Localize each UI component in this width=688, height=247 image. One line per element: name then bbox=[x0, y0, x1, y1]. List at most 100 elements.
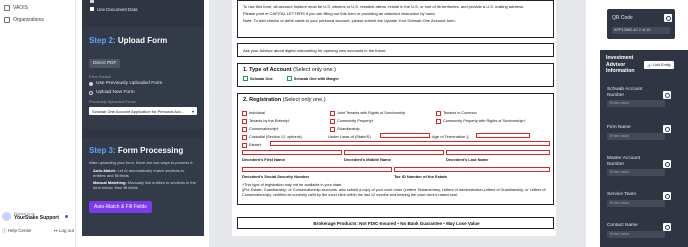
field-input[interactable]: Enter value bbox=[607, 169, 665, 176]
help-center-link[interactable]: ⓘ Help Center bbox=[2, 228, 32, 234]
radio-dot[interactable] bbox=[89, 90, 93, 95]
option-individual[interactable]: Individual bbox=[242, 109, 332, 117]
radio-label: Upload New Form bbox=[96, 90, 135, 95]
field-search-button[interactable] bbox=[663, 192, 671, 200]
field-search-button[interactable] bbox=[663, 91, 671, 99]
option-label: Tenants in Common bbox=[443, 111, 477, 115]
previous-forms-label: Previously Uploaded Forms bbox=[89, 100, 136, 104]
section-title: 1. Type of Account bbox=[243, 67, 292, 73]
field-master-account-number: Master Account Number Enter value bbox=[607, 156, 674, 176]
section-subtitle: (Select only one.) bbox=[282, 97, 326, 103]
field-input[interactable]: Enter value bbox=[607, 100, 665, 107]
checkbox-box[interactable] bbox=[90, 7, 94, 11]
option-tenants-entirety[interactable]: Tenants by the Entirety† bbox=[242, 117, 332, 125]
decedent-middle-name-label: Decedent's Middle Name bbox=[344, 157, 391, 162]
option-schwab-one[interactable]: Schwab One bbox=[243, 76, 273, 81]
decedent-last-name-label: Decedent's Last Name bbox=[446, 157, 489, 162]
field-service-team: Service Team Enter value bbox=[607, 192, 674, 207]
previous-forms-select[interactable]: Schwab One Account Application for Perso… bbox=[89, 107, 197, 115]
checkbox[interactable] bbox=[436, 118, 441, 124]
organizations-icon bbox=[4, 17, 10, 23]
radio-upload-new[interactable]: Upload New Form bbox=[89, 88, 197, 97]
option-custodial[interactable]: Custodial (Section 12, optional) bbox=[242, 133, 332, 141]
auto-match-desc: Auto-Match: Let AI automatically match s… bbox=[89, 168, 197, 178]
support-account[interactable]: Signed in as YourStake Support bbox=[2, 207, 70, 225]
intro-text-3: Note: To add checks or debit cards to yo… bbox=[243, 18, 456, 23]
link-entity-label: Link Entity bbox=[653, 63, 671, 67]
checkbox-label: Use Document Data bbox=[97, 6, 138, 12]
decedent-ssn-field[interactable] bbox=[242, 167, 392, 172]
under-laws-field[interactable] bbox=[380, 133, 430, 138]
logout-link[interactable]: ↦ Log out bbox=[54, 228, 74, 234]
auto-match-fill-button[interactable]: Auto-Match & Fill Fields bbox=[89, 201, 152, 213]
checkbox[interactable] bbox=[330, 110, 335, 116]
chevron-down-icon: ▾ bbox=[191, 108, 194, 114]
support-name: YourStake Support bbox=[14, 214, 59, 221]
app-root: VAOIS Organizations Signed in as YourSta… bbox=[0, 0, 688, 247]
checkbox[interactable] bbox=[242, 110, 247, 116]
checkbox[interactable] bbox=[243, 76, 248, 81]
manual-match-desc: Manual Matching: Manually link entities … bbox=[89, 180, 197, 190]
option-joint-tenants[interactable]: Joint Tenants with Rights of Survivorshi… bbox=[330, 109, 430, 117]
age-termination-field[interactable] bbox=[476, 133, 530, 138]
link-entity-button[interactable]: 🔗 Link Entity bbox=[644, 61, 674, 69]
option-label: Community Property† bbox=[337, 119, 374, 123]
field-search-button[interactable] bbox=[663, 160, 671, 168]
checkbox-top-0[interactable] bbox=[90, 0, 204, 5]
nav-item-organizations[interactable]: Organizations bbox=[0, 15, 75, 25]
advisor-note-box: Ask your Advisor about digital onboardin… bbox=[237, 43, 554, 57]
option-label: Conservatorship† bbox=[249, 127, 279, 131]
checkbox[interactable] bbox=[242, 126, 247, 132]
estate-field[interactable] bbox=[270, 141, 550, 146]
field-firm-name: Firm Name Enter value bbox=[607, 125, 674, 140]
avatar bbox=[2, 211, 11, 221]
disclosure-footer: Brokerage Products: Not FDIC-Insured • N… bbox=[313, 221, 480, 226]
advisor-note: Ask your Advisor about digital onboardin… bbox=[243, 48, 387, 53]
option-tenants-common[interactable]: Tenants in Common bbox=[436, 109, 554, 117]
checkbox[interactable] bbox=[286, 76, 292, 81]
option-schwab-one-margin[interactable]: Schwab One with Margin bbox=[286, 76, 339, 81]
left-nav: VAOIS Organizations Signed in as YourSta… bbox=[0, 0, 76, 247]
checkbox-use-document-data[interactable]: Use Document Data bbox=[90, 5, 204, 13]
checkbox[interactable] bbox=[330, 118, 335, 124]
section-2-title: 2. Registration (Select only one.) bbox=[243, 97, 548, 103]
option-label: Tenants by the Entirety† bbox=[249, 119, 290, 123]
option-label: Joint Tenants with Rights of Survivorshi… bbox=[337, 111, 406, 115]
field-input[interactable]: Enter value bbox=[607, 199, 665, 207]
radio-dot-selected[interactable] bbox=[89, 81, 93, 86]
checkbox[interactable] bbox=[436, 110, 441, 116]
qr-search-button[interactable] bbox=[664, 14, 672, 22]
field-search-button[interactable] bbox=[663, 125, 671, 133]
help-label: Help Center bbox=[7, 228, 32, 233]
disclosure-footer-box: Brokerage Products: Not FDIC-Insured • N… bbox=[237, 217, 554, 229]
decedent-middle-name-field[interactable] bbox=[344, 150, 444, 155]
option-guardianship[interactable]: Guardianship bbox=[330, 125, 430, 133]
footnote-section: §For Estate, Guardianship, or Conservato… bbox=[242, 188, 546, 197]
direct-pdf-button[interactable]: Direct PDF bbox=[89, 59, 121, 68]
nav-item-vaois[interactable]: VAOIS bbox=[0, 3, 75, 13]
step3-heading: Step 3: Form Processing bbox=[89, 146, 197, 155]
checkbox[interactable] bbox=[242, 134, 247, 140]
option-label: Schwab One with Margin bbox=[293, 76, 339, 81]
option-community-property-survivorship[interactable]: Community Property with Rights of Surviv… bbox=[436, 117, 554, 125]
option-label: Community Property with Rights of Surviv… bbox=[443, 119, 526, 123]
option-community-property[interactable]: Community Property† bbox=[330, 117, 430, 125]
decedent-ssn-label: Decedent's Social Security Number bbox=[242, 174, 310, 179]
radio-use-previous[interactable]: Use Previously Uploaded Form bbox=[89, 79, 197, 88]
decedent-last-name-field[interactable] bbox=[446, 150, 550, 155]
checkbox[interactable] bbox=[330, 126, 335, 132]
option-label: Guardianship bbox=[337, 127, 360, 131]
section-type-of-account: 1. Type of Account (Select only one.) Sc… bbox=[237, 63, 554, 87]
field-search-button[interactable] bbox=[663, 223, 671, 231]
option-label: Estate† bbox=[249, 143, 262, 147]
estate-tax-id-field[interactable] bbox=[394, 167, 550, 172]
checkbox[interactable] bbox=[242, 118, 247, 124]
decedent-first-name-field[interactable] bbox=[242, 150, 342, 155]
checkbox-box[interactable] bbox=[90, 0, 94, 3]
field-input[interactable]: Enter value bbox=[607, 132, 665, 140]
option-conservatorship[interactable]: Conservatorship† bbox=[242, 125, 332, 133]
qr-code-card: QR Code APP13582-42 2 of 10 bbox=[607, 9, 675, 39]
checkbox[interactable] bbox=[242, 142, 247, 148]
field-input[interactable]: Enter value bbox=[607, 230, 665, 238]
nav-label: VAOIS bbox=[13, 5, 28, 11]
